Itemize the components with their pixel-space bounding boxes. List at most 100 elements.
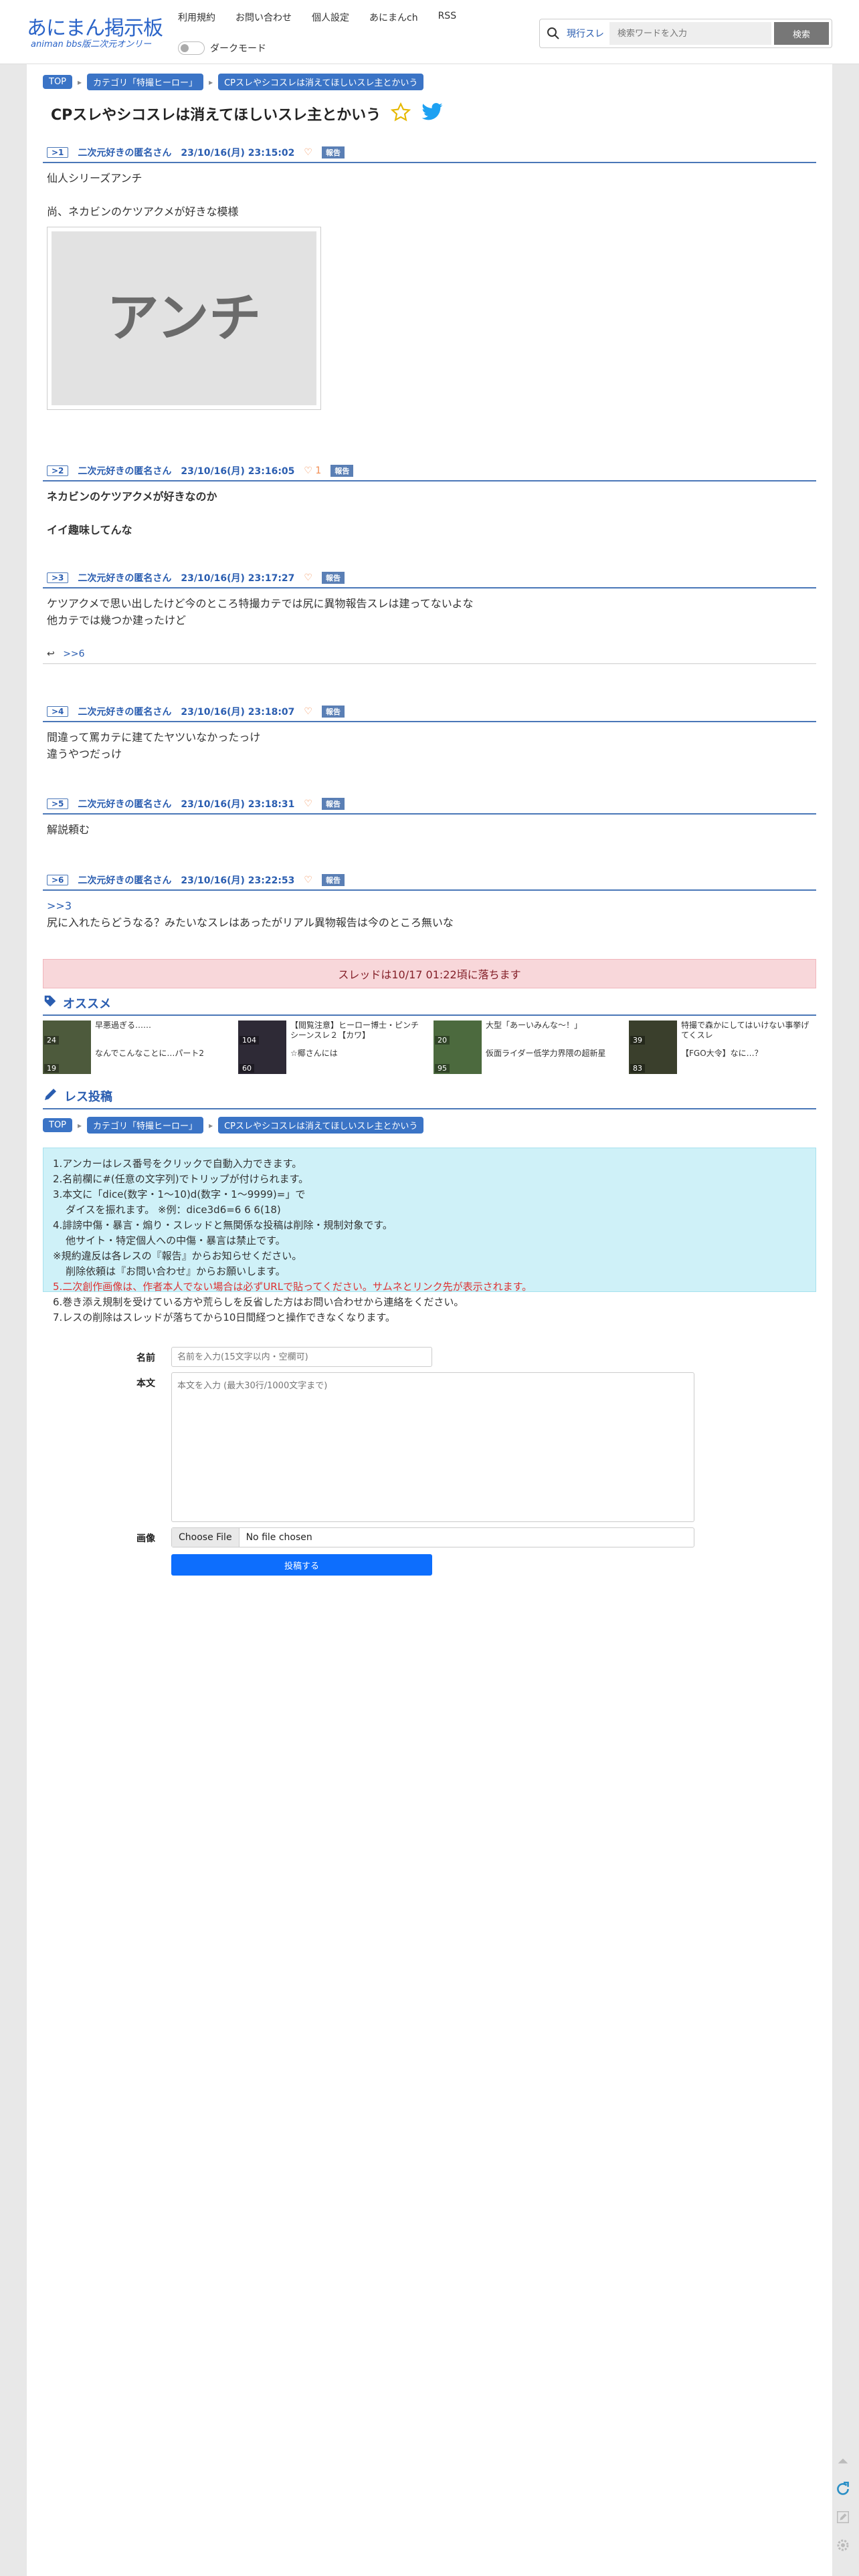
comment-count: 60 xyxy=(240,1064,254,1073)
res-number[interactable]: >3 xyxy=(47,572,69,583)
post: >4 二次元好きの匿名さん 23/10/16(月) 23:18:07 ♡ 報告 … xyxy=(43,702,816,769)
report-button[interactable]: 報告 xyxy=(321,874,345,886)
breadcrumb-thread[interactable]: CPスレやシコスレは消えてほしいスレ主とかいう xyxy=(218,74,424,90)
favorite-star-icon[interactable] xyxy=(390,102,411,126)
recommend-item[interactable]: 39 83 特撮で森かにしてはいけない事挙げてくスレ 【FGO大令】なに…？ xyxy=(629,1021,816,1074)
nav-animanch[interactable]: あにまんch xyxy=(369,11,418,24)
post-line: 違うやつだっけ xyxy=(47,748,122,760)
recommend-title-text[interactable]: 大型「あーいみんな～！」 xyxy=(486,1021,621,1031)
post-image-content: アンチ xyxy=(52,231,316,405)
tag-icon xyxy=(43,994,58,1012)
nav-settings[interactable]: 個人設定 xyxy=(312,11,349,24)
recommend-thumbnail[interactable]: 39 83 xyxy=(629,1021,677,1074)
rule-line: 削除依頼は『お問い合わせ』からお願いします。 xyxy=(53,1265,286,1277)
recommend-thumbnail[interactable]: 24 19 xyxy=(43,1021,91,1074)
breadcrumb-thread[interactable]: CPスレやシコスレは消えてほしいスレ主とかいう xyxy=(218,1117,424,1134)
res-number[interactable]: >1 xyxy=(47,147,69,158)
post-date: 23/10/16(月) 23:22:53 xyxy=(181,875,295,886)
breadcrumb-top[interactable]: TOP xyxy=(43,75,73,89)
recommend-item[interactable]: 20 95 大型「あーいみんな～！」 仮面ライダー低学力界隈の超新星 xyxy=(434,1021,621,1074)
site-logo[interactable]: あにまん掲示板 animan bbs版二次元オンリー xyxy=(27,17,167,49)
recommend-thumbnail[interactable]: 104 60 xyxy=(238,1021,286,1074)
rule-line: 4.誹謗中傷・暴言・煽り・スレッドと無関係な投稿は削除・規制対象です。 xyxy=(53,1219,393,1231)
poster-name: 二次元好きの匿名さん xyxy=(78,148,172,158)
logo-subtitle: animan bbs版二次元オンリー xyxy=(31,39,152,49)
twitter-share-icon[interactable] xyxy=(421,102,444,125)
search-button[interactable]: 検索 xyxy=(774,22,829,45)
recommend-item[interactable]: 24 19 早悪過ぎる…… なんでこんなことに…パート2 xyxy=(43,1021,230,1074)
poster-name: 二次元好きの匿名さん xyxy=(78,875,172,886)
recommend-header: オススメ xyxy=(43,994,816,1016)
choose-file-button[interactable]: Choose File xyxy=(172,1528,240,1547)
res-number[interactable]: >4 xyxy=(47,706,69,717)
recommend-title-text[interactable]: 早悪過ぎる…… xyxy=(95,1021,230,1031)
reply-link[interactable]: >>6 xyxy=(63,649,84,659)
post-image[interactable]: アンチ xyxy=(47,227,321,410)
top-nav: 利用規約 お問い合わせ 個人設定 あにまんch RSS xyxy=(178,11,456,24)
logo-title[interactable]: あにまん掲示板 xyxy=(27,17,167,40)
search-scope-select[interactable]: 現行スレ xyxy=(567,27,609,40)
recommend-item[interactable]: 104 60 【閲覧注意】ヒーロー博士・ピンチシーンスレ２【カワ】 ☆椰さんには xyxy=(238,1021,425,1074)
post-date: 23/10/16(月) 23:18:07 xyxy=(181,707,295,718)
site-header: あにまん掲示板 animan bbs版二次元オンリー 利用規約 お問い合わせ 個… xyxy=(0,0,859,64)
like-heart-icon[interactable]: ♡ xyxy=(304,798,312,809)
post-line: 他カテでは幾つか建ったけど xyxy=(47,614,187,627)
recommend-sub-text[interactable]: 仮面ライダー低学力界隈の超新星 xyxy=(486,1049,621,1059)
res-number[interactable]: >5 xyxy=(47,798,69,809)
reply-form-header: レス投稿 xyxy=(43,1086,816,1109)
like-heart-icon[interactable]: ♡ xyxy=(304,572,312,583)
submit-post-button[interactable]: 投稿する xyxy=(171,1554,432,1576)
like-heart-icon[interactable]: ♡ xyxy=(304,147,312,158)
comment-count: 20 xyxy=(435,1036,450,1045)
darkmode-switch[interactable] xyxy=(178,41,205,55)
rule-line: 7.レスの削除はスレッドが落ちてから10日間経つと操作できなくなります。 xyxy=(53,1311,395,1323)
post: >5 二次元好きの匿名さん 23/10/16(月) 23:18:31 ♡ 報告 … xyxy=(43,794,816,845)
rule-line: ※規約違反は各レスの『報告』からお知らせください。 xyxy=(53,1250,302,1262)
report-button[interactable]: 報告 xyxy=(321,572,345,584)
report-button[interactable]: 報告 xyxy=(321,798,345,810)
recommend-sub-text[interactable]: 【FGO大令】なに…？ xyxy=(681,1049,816,1059)
nav-rss[interactable]: RSS xyxy=(438,11,457,24)
poster-name: 二次元好きの匿名さん xyxy=(78,707,172,718)
recommend-title-text[interactable]: 【閲覧注意】ヒーロー博士・ピンチシーンスレ２【カワ】 xyxy=(290,1021,425,1041)
poster-name: 二次元好きの匿名さん xyxy=(78,799,172,810)
post-line: 解説頼む xyxy=(47,823,90,836)
recommend-title-text[interactable]: 特撮で森かにしてはいけない事挙げてくスレ xyxy=(681,1021,816,1041)
post-body: ケツアクメで思い出したけど今のところ特撮カテでは尻に異物報告スレは建ってないよな… xyxy=(43,588,816,635)
recommend-thumbnail[interactable]: 20 95 xyxy=(434,1021,482,1074)
post: >2 二次元好きの匿名さん 23/10/16(月) 23:16:05 ♡ 1 報… xyxy=(43,461,816,545)
scroll-top-icon[interactable] xyxy=(832,2450,854,2472)
recommend-sub-text[interactable]: ☆椰さんには xyxy=(290,1049,425,1059)
thread-title-row: CPスレやシコスレは消えてほしいスレ主とかいう xyxy=(43,102,444,126)
breadcrumb-separator: ▸ xyxy=(209,1120,213,1130)
reply-reference: ↩ >>6 xyxy=(43,645,816,664)
res-number[interactable]: >6 xyxy=(47,875,69,885)
settings-gear-icon[interactable] xyxy=(832,2535,854,2556)
like-heart-icon[interactable]: ♡ 1 xyxy=(304,465,321,476)
pencil-icon xyxy=(43,1086,59,1105)
post-date: 23/10/16(月) 23:18:31 xyxy=(181,799,295,810)
like-heart-icon[interactable]: ♡ xyxy=(304,875,312,885)
report-button[interactable]: 報告 xyxy=(321,146,345,158)
search-input[interactable] xyxy=(609,22,771,45)
body-textarea[interactable] xyxy=(171,1372,694,1522)
name-field[interactable] xyxy=(171,1347,432,1367)
reply-form-title: レス投稿 xyxy=(64,1089,112,1104)
recommend-sub-text[interactable]: なんでこんなことに…パート2 xyxy=(95,1049,230,1059)
anchor-link[interactable]: >>3 xyxy=(47,897,812,914)
report-button[interactable]: 報告 xyxy=(330,465,354,477)
like-heart-icon[interactable]: ♡ xyxy=(304,706,312,717)
nav-contact[interactable]: お問い合わせ xyxy=(235,11,292,24)
image-file-input[interactable]: Choose File No file chosen xyxy=(171,1527,694,1547)
edit-icon[interactable] xyxy=(832,2506,854,2528)
breadcrumb-top[interactable]: TOP xyxy=(43,1118,73,1132)
breadcrumb-separator: ▸ xyxy=(209,77,213,87)
post: >3 二次元好きの匿名さん 23/10/16(月) 23:17:27 ♡ 報告 … xyxy=(43,568,816,664)
reload-icon[interactable] xyxy=(832,2478,854,2500)
post-line: ケツアクメで思い出したけど今のところ特撮カテでは尻に異物報告スレは建ってないよな xyxy=(47,597,474,610)
breadcrumb-category[interactable]: カテゴリ「特撮ヒーロー」 xyxy=(87,1117,204,1134)
report-button[interactable]: 報告 xyxy=(321,706,345,718)
nav-terms[interactable]: 利用規約 xyxy=(178,11,215,24)
res-number[interactable]: >2 xyxy=(47,465,69,476)
breadcrumb-category[interactable]: カテゴリ「特撮ヒーロー」 xyxy=(87,74,204,90)
